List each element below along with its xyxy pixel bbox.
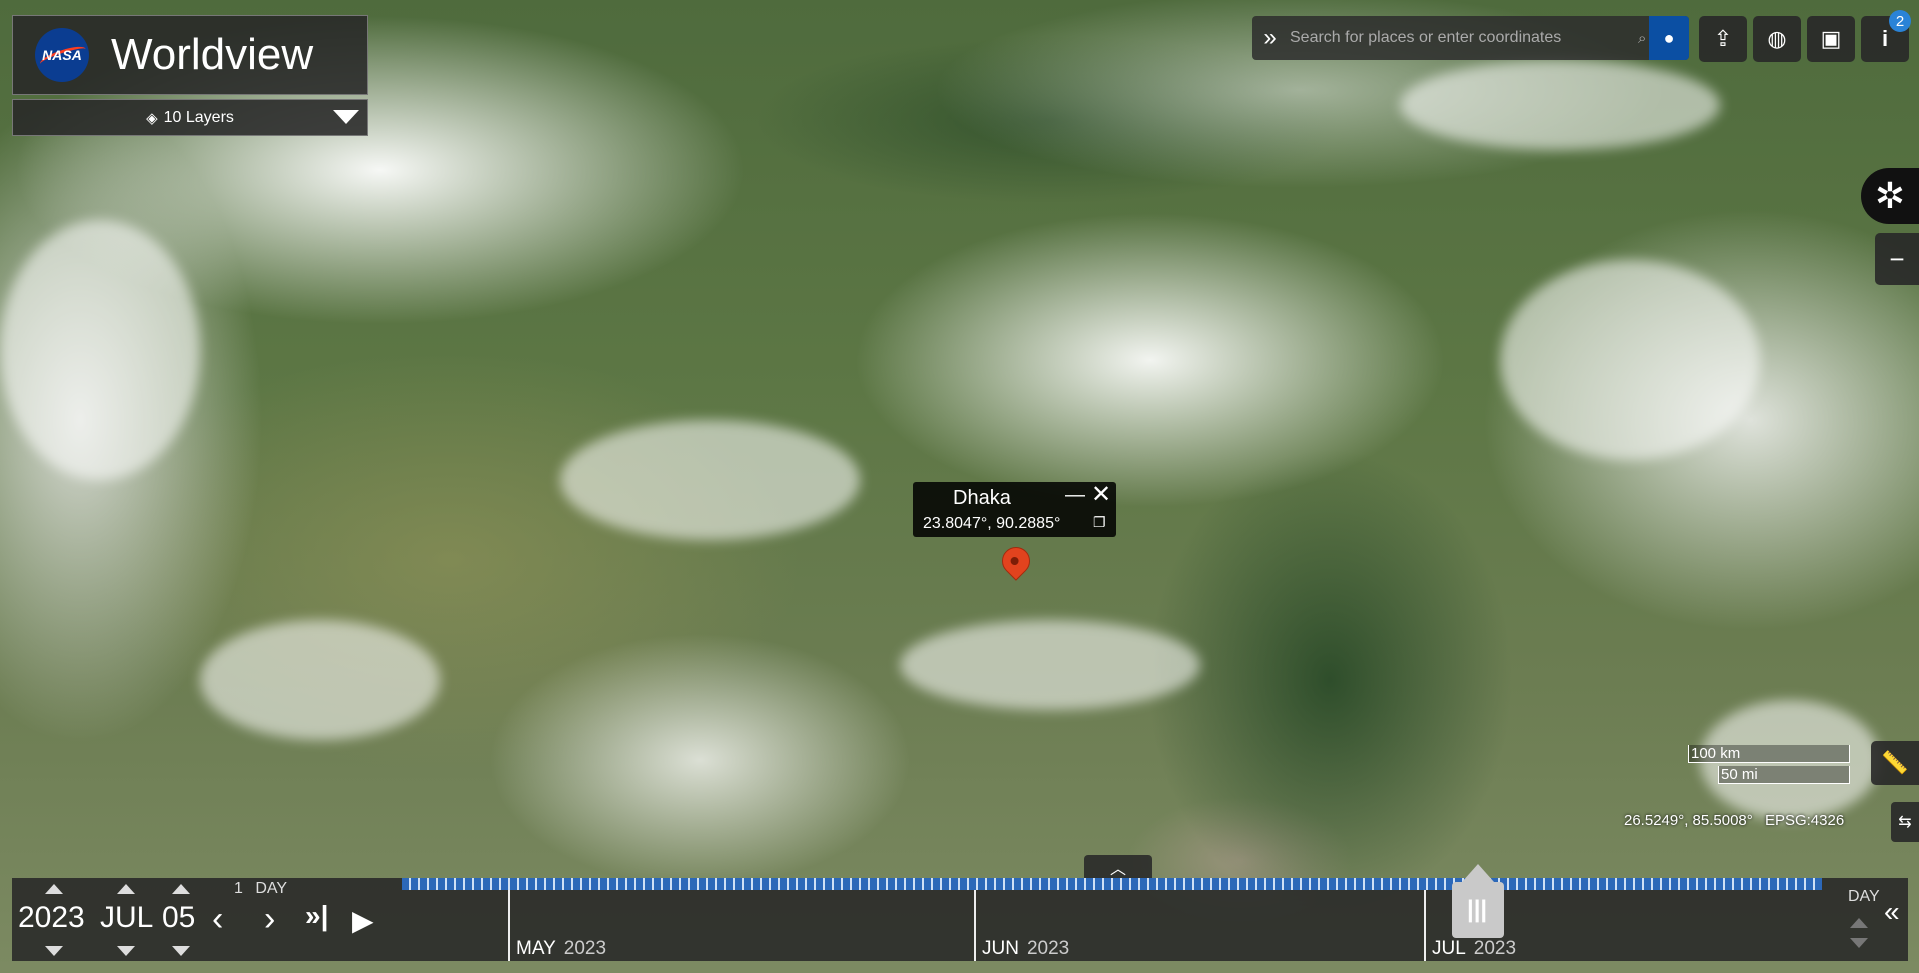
- expand-icon[interactable]: »: [1252, 24, 1288, 52]
- zoom-out-button[interactable]: −: [1875, 233, 1919, 285]
- popup-coordinates: 23.8047°, 90.2885°: [923, 515, 1061, 532]
- notification-badge: 2: [1889, 10, 1911, 32]
- previous-day-button[interactable]: ‹: [212, 900, 223, 939]
- popup-place-name: Dhaka: [953, 487, 1011, 509]
- day-down-arrow[interactable]: [172, 946, 190, 956]
- ruler-icon: 📏: [1881, 750, 1909, 775]
- timescale-label[interactable]: DAY: [1848, 888, 1880, 906]
- scale-km-label: 100 km: [1691, 745, 1741, 762]
- zoom-in-button[interactable]: ✲: [1861, 168, 1919, 224]
- scale-bar-km: 100 km: [1688, 745, 1850, 763]
- scale-mi-label: 50 mi: [1721, 766, 1758, 783]
- day-field[interactable]: 05: [162, 901, 195, 935]
- coordinate-readout: 26.5249°, 85.5008° EPSG:4326: [1624, 812, 1844, 829]
- close-icon[interactable]: ✕: [1089, 483, 1113, 508]
- scale-bar-mi: 50 mi: [1718, 766, 1850, 784]
- month-year: 2023: [563, 938, 607, 959]
- info-button[interactable]: i 2: [1861, 10, 1911, 62]
- year-field[interactable]: 2023: [18, 901, 85, 935]
- globe-icon: ◍: [1767, 26, 1787, 51]
- projection-button[interactable]: ◍: [1753, 16, 1801, 62]
- worldview-brand[interactable]: NASA Worldview: [12, 15, 368, 95]
- month-year: 2023: [1026, 938, 1070, 959]
- share-icon: ⇪: [1713, 26, 1733, 51]
- day-up-arrow[interactable]: [172, 884, 190, 894]
- nasa-logo: NASA: [35, 28, 89, 82]
- timeline-track[interactable]: MAY 2023 JUN 2023 JUL 2023: [402, 878, 1822, 961]
- interval-count: 1: [234, 880, 243, 897]
- snapshot-button[interactable]: ▣: [1807, 16, 1855, 62]
- layers-icon: ◈: [146, 109, 158, 127]
- measure-button[interactable]: 📏: [1871, 741, 1919, 785]
- timeline-draggable-handle[interactable]: |||: [1452, 864, 1504, 938]
- chevron-down-icon[interactable]: [333, 110, 359, 124]
- grip-icon: |||: [1467, 896, 1488, 923]
- year-down-arrow[interactable]: [45, 946, 63, 956]
- month-up-arrow[interactable]: [117, 884, 135, 894]
- nasa-logo-text: NASA: [42, 47, 82, 63]
- timeline: 2023 JUL 05 1 DAY ‹ › »| ▶ MAY 2023 JUN 20…: [12, 878, 1908, 961]
- layers-toggle[interactable]: ◈ 10 Layers: [12, 99, 368, 136]
- layers-count-label: 10 Layers: [163, 108, 234, 126]
- month-name: JUL: [1432, 938, 1466, 959]
- timeline-hide-button[interactable]: «: [1884, 896, 1900, 928]
- search-icon[interactable]: ⌕: [1638, 30, 1646, 47]
- interval-unit: DAY: [255, 880, 288, 897]
- month-label-jul[interactable]: JUL 2023: [1432, 938, 1516, 960]
- interval-selector[interactable]: 1 DAY: [234, 880, 287, 898]
- jump-to-latest-button[interactable]: »|: [305, 900, 328, 932]
- month-field[interactable]: JUL: [100, 901, 153, 935]
- month-name: JUN: [982, 938, 1019, 959]
- month-marker-jul: [1424, 890, 1426, 961]
- hexagon-icon: ✲: [1874, 175, 1906, 216]
- search-input[interactable]: [1288, 28, 1622, 48]
- coordinate-format-toggle[interactable]: ⇆: [1891, 802, 1919, 842]
- timescale-up-arrow[interactable]: [1850, 918, 1868, 928]
- location-pin-icon[interactable]: ●: [1649, 16, 1689, 60]
- camera-icon: ▣: [1820, 26, 1842, 51]
- month-label-may[interactable]: MAY 2023: [516, 938, 606, 960]
- timescale-down-arrow[interactable]: [1850, 938, 1868, 948]
- minimize-icon[interactable]: —: [1063, 484, 1087, 508]
- chevron-up-icon: ︿: [1109, 860, 1126, 878]
- year-up-arrow[interactable]: [45, 884, 63, 894]
- copy-icon[interactable]: ❐: [1093, 514, 1106, 531]
- month-name: MAY: [516, 938, 556, 959]
- cursor-coordinates: 26.5249°, 85.5008°: [1624, 812, 1753, 829]
- month-marker-may: [508, 890, 510, 961]
- projection-code[interactable]: EPSG:4326: [1765, 812, 1844, 829]
- search-bar: » ⌕ ●: [1252, 16, 1689, 60]
- minus-icon: −: [1889, 243, 1905, 274]
- video-camera-icon[interactable]: ▶: [352, 904, 374, 937]
- next-day-button[interactable]: ›: [264, 900, 275, 939]
- month-down-arrow[interactable]: [117, 946, 135, 956]
- share-button[interactable]: ⇪: [1699, 16, 1747, 62]
- timeline-collapse-tab[interactable]: ︿: [1084, 855, 1152, 878]
- info-icon: i: [1881, 26, 1889, 51]
- swap-icon: ⇆: [1898, 814, 1912, 831]
- app-title: Worldview: [111, 30, 314, 79]
- location-popup: Dhaka — ✕ 23.8047°, 90.2885° ❐: [913, 482, 1116, 537]
- month-year: 2023: [1473, 938, 1517, 959]
- month-label-jun[interactable]: JUN 2023: [982, 938, 1069, 960]
- timeline-ticks: [402, 878, 1822, 890]
- month-marker-jun: [974, 890, 976, 961]
